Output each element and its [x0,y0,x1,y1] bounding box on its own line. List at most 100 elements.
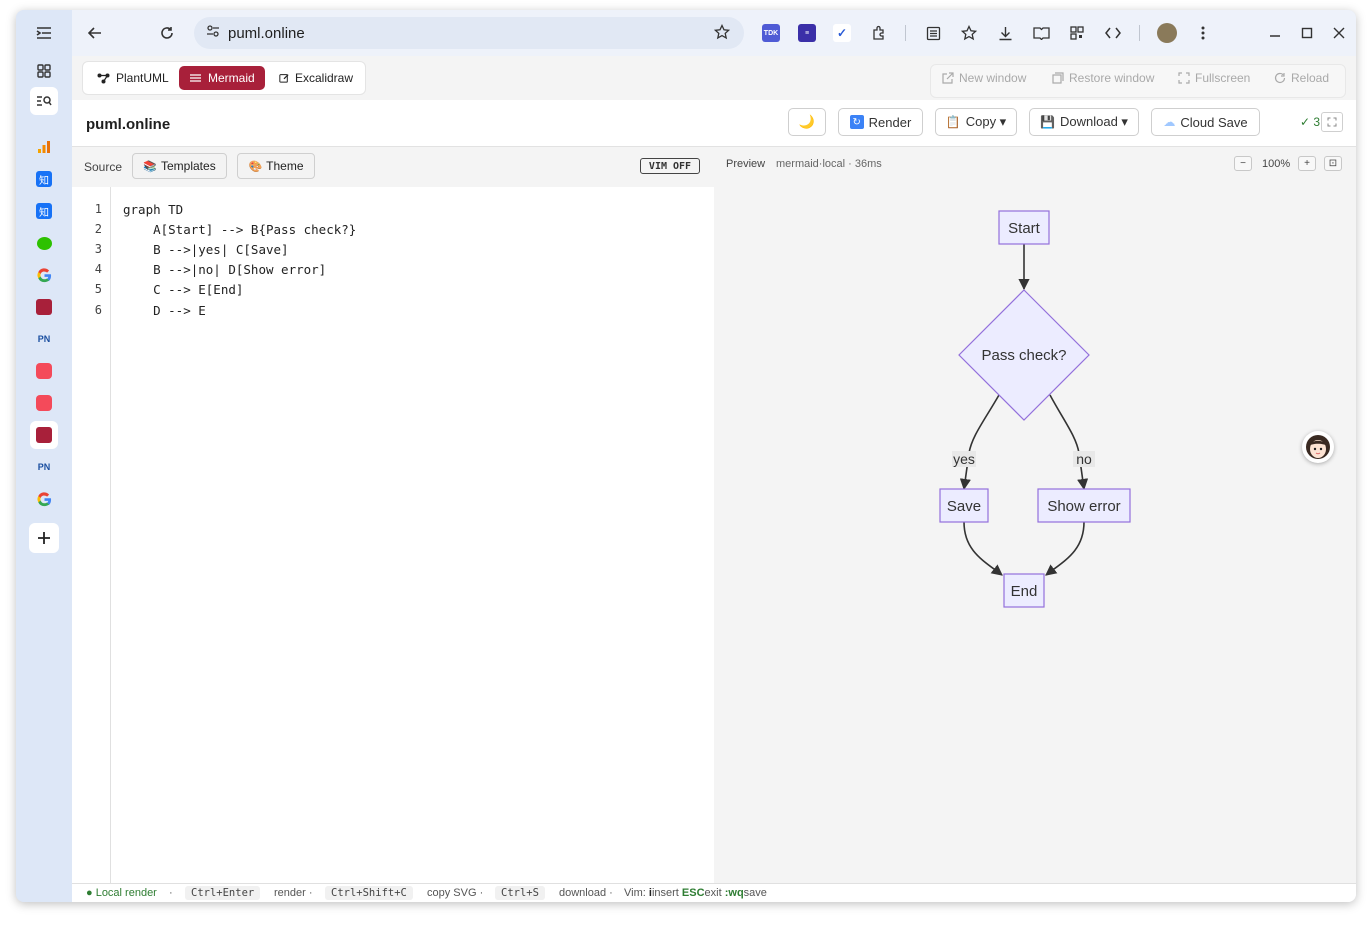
zhihu-icon-2[interactable]: 知 [30,197,58,225]
mode-mermaid-button[interactable]: Mermaid [179,66,265,90]
tdk-extension-icon[interactable]: TDK [762,24,780,42]
source-toolbar: Source 📚 Templates 🎨 Theme VIM OFF [72,147,714,188]
reader-mode-icon[interactable] [1030,22,1052,44]
diagram-app-icon-active[interactable] [30,421,58,449]
app-title: puml.online [86,116,171,133]
browser-sidebar: 知 知 PN PN [16,10,72,902]
url-text[interactable]: puml.online [228,25,305,42]
mode-excalidraw-label: Excalidraw [294,71,353,85]
mode-bar: PlantUML Mermaid Excalidraw New window R… [72,56,1356,100]
checkmark-extension-icon[interactable]: ✓ [833,24,851,42]
favorites-icon[interactable] [958,22,980,44]
notes-extension-icon[interactable]: ≡ [798,24,816,42]
shortcut-download-key: Ctrl+S [495,886,545,900]
maximize-icon[interactable] [1296,22,1318,44]
download-icon[interactable] [994,22,1016,44]
add-app-icon[interactable] [29,523,59,553]
plantuml-icon [97,73,110,83]
zoom-out-button[interactable]: − [1234,156,1252,171]
code-line[interactable]: B -->|yes| C[Save] [123,242,288,257]
more-menu-icon[interactable] [1192,22,1214,44]
search-tabs-icon[interactable] [30,87,58,115]
qr-code-icon[interactable] [1066,22,1088,44]
zhihu-icon[interactable]: 知 [30,165,58,193]
edge-label-no: no [1076,451,1092,467]
close-icon[interactable] [1328,22,1350,44]
reload-app-button[interactable]: Reload [1274,71,1329,85]
address-bar[interactable]: puml.online [194,17,744,49]
fullscreen-label: Fullscreen [1195,71,1251,85]
render-button[interactable]: ↻ Render [838,108,923,136]
theme-button[interactable]: 🎨 Theme [237,153,315,179]
new-window-button[interactable]: New window [942,71,1026,85]
mode-plantuml-button[interactable]: PlantUML [87,66,179,90]
expand-button[interactable] [1321,112,1343,132]
save-status: ✓ 3 [1300,115,1321,129]
pn-icon[interactable]: PN [30,325,58,353]
code-line[interactable]: B -->|no| D[Show error] [123,262,326,277]
google-icon[interactable] [30,261,58,289]
red-app-icon-2[interactable] [30,389,58,417]
mode-mermaid-label: Mermaid [208,71,255,85]
vim-key-wq: :wq [724,887,744,899]
shortcut-render-key: Ctrl+Enter [185,886,261,900]
download-button[interactable]: 💾 Download ▾ [1029,108,1139,136]
status-separator: · [169,887,173,899]
edge-error-end [1045,521,1085,576]
refresh-icon: ↻ [849,115,864,129]
save-disk-icon: 💾 [1040,115,1055,129]
diagram-preview[interactable]: yes no Start Pass check? Save Show error… [714,181,1356,883]
shortcut-download-text: download · [559,887,613,899]
mermaid-icon [190,74,201,82]
reload-icon[interactable] [156,22,178,44]
code-line[interactable]: C --> E[End] [123,282,243,297]
bookmark-star-icon[interactable] [713,23,731,45]
fit-view-button[interactable]: ⊡ [1324,156,1342,171]
vim-save-text: save [743,887,767,899]
node-start-label: Start [1008,220,1041,237]
code-line[interactable]: A[Start] --> B{Pass check?} [123,222,356,237]
line-number: 3 [94,242,102,256]
vim-toggle-button[interactable]: VIM OFF [640,158,700,174]
source-label: Source [84,160,123,174]
extensions-puzzle-icon[interactable] [868,22,890,44]
google-icon-2[interactable] [30,485,58,513]
back-icon[interactable] [84,22,106,44]
flowchart-svg: yes no Start Pass check? Save Show error… [939,210,1131,608]
restore-window-button[interactable]: Restore window [1052,71,1154,85]
assistant-avatar[interactable] [1302,431,1334,463]
reload-app-label: Reload [1291,71,1330,85]
download-label: Download ▾ [1060,114,1128,129]
diagram-app-icon[interactable] [30,293,58,321]
render-label: Render [868,114,912,130]
code-editor[interactable]: 1 2 3 4 5 6 graph TD A[Start] --> B{Pass… [72,187,714,883]
sidebar-toggle-icon[interactable] [30,19,58,47]
toolbar-divider [905,25,906,41]
templates-label: Templates [161,159,216,173]
dev-tools-icon[interactable] [1102,22,1124,44]
shortcut-render-text: render · [274,887,313,899]
code-line[interactable]: D --> E [123,303,206,318]
mode-excalidraw-button[interactable]: Excalidraw [269,66,363,90]
code-line[interactable]: graph TD [123,202,183,217]
templates-button[interactable]: 📚 Templates [132,153,227,179]
cloud-save-button[interactable]: ☁ Cloud Save [1151,108,1260,136]
copy-button[interactable]: 📋 Copy ▾ [935,108,1017,136]
analytics-icon[interactable] [30,133,58,161]
site-info-icon[interactable] [206,24,220,43]
minimize-icon[interactable] [1264,22,1286,44]
pn-icon-2[interactable]: PN [30,453,58,481]
wechat-icon[interactable] [30,229,58,257]
reading-list-icon[interactable] [922,22,944,44]
dark-mode-button[interactable]: 🌙 [788,108,826,136]
line-number: 4 [94,262,102,276]
apps-grid-icon[interactable] [30,57,58,85]
node-error-label: Show error [1047,498,1120,515]
profile-avatar-icon[interactable] [1156,22,1178,44]
red-app-icon[interactable] [30,357,58,385]
web-content: PlantUML Mermaid Excalidraw New window R… [72,56,1356,902]
fullscreen-button[interactable]: Fullscreen [1178,71,1250,85]
zoom-in-button[interactable]: + [1298,156,1316,171]
edge-decision-save [959,394,1000,491]
moon-icon: 🌙 [798,114,816,129]
